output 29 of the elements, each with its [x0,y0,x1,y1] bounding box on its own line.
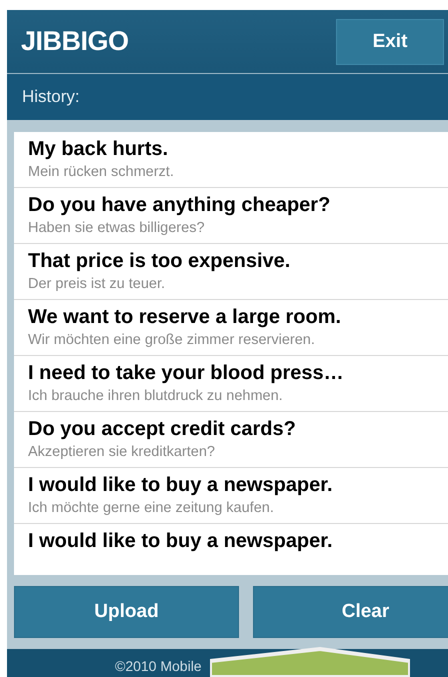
action-button[interactable]: Upload [14,586,239,638]
phrase-text: That price is too expensive. [28,249,292,274]
translation-text: Wir möchten eine große zimmer reservieren. [28,331,316,350]
translation-text: Ich brauche ihren blutdruck zu nehmen. [28,387,284,406]
translation-text: Ich möchte gerne eine zeitung kaufen. [28,499,275,518]
history-item[interactable]: I would like to buy a newspaper. [14,524,448,575]
history-item[interactable]: Do you have anything cheaper? Haben sie etwas billigeres? [14,188,448,244]
history-label: History: [22,87,80,107]
history-item[interactable]: Do you accept credit cards? Akzeptieren sie kreditkarten? [14,412,448,468]
app-logo: JIBBIGO [21,26,129,57]
history-item[interactable]: That price is too expensive. Der preis ist zu teuer. [14,244,448,300]
copyright-text: ©2010 Mobile [115,657,202,676]
history-item[interactable]: We want to reserve a large room. Wir möchten eine große zimmer reservieren. [14,300,448,356]
phrase-text: I would like to buy a newspaper. [28,529,334,554]
history-item[interactable]: I need to take your blood press… Ich brauche ihren blutdruck zu nehmen. [14,356,448,412]
history-item[interactable]: My back hurts. Mein rücken schmerzt. [14,132,448,188]
history-item[interactable]: I would like to buy a newspaper. Ich möchte gerne eine zeitung kaufen. [14,468,448,524]
translation-text: Haben sie etwas billigeres? [28,219,206,238]
phrase-text: My back hurts. [28,137,170,162]
action-button[interactable]: Clear [253,586,448,638]
exit-button[interactable]: Exit [336,18,444,64]
phrase-text: We want to reserve a large room. [28,305,342,330]
phrase-text: I would like to buy a newspaper. [28,473,334,498]
phrase-text: Do you accept credit cards? [28,417,297,442]
translation-text: Der preis ist zu teuer. [28,275,166,294]
phrase-text: I need to take your blood press… [28,361,345,386]
translation-text: Mein rücken schmerzt. [28,163,175,182]
phrase-text: Do you have anything cheaper? [28,193,332,218]
translation-text: Akzeptieren sie kreditkarten? [28,443,216,462]
